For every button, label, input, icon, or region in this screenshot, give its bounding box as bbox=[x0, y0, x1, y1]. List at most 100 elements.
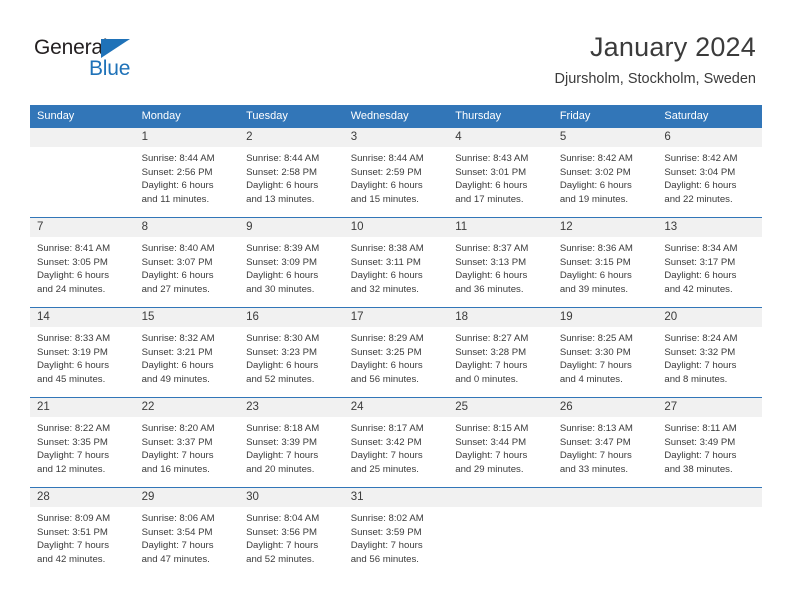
day-number bbox=[552, 488, 658, 507]
sunset-text: Sunset: 3:30 PM bbox=[559, 346, 631, 358]
day-cell[interactable]: 28 Sunrise: 8:09 AM Sunset: 3:51 PM Dayl… bbox=[30, 487, 135, 578]
sunset-text: Sunset: 3:54 PM bbox=[141, 526, 213, 538]
day-number: 10 bbox=[343, 218, 449, 237]
daylight-text-line2: and 42 minutes. bbox=[664, 283, 733, 295]
daylight-text-line2: and 36 minutes. bbox=[455, 283, 524, 295]
day-cell[interactable]: 9 Sunrise: 8:39 AM Sunset: 3:09 PM Dayli… bbox=[239, 217, 344, 308]
daylight-text-line2: and 4 minutes. bbox=[559, 373, 623, 385]
daylight-text-line2: and 52 minutes. bbox=[246, 553, 315, 565]
daylight-text-line2: and 0 minutes. bbox=[455, 373, 519, 385]
day-details: Sunrise: 8:18 AM Sunset: 3:39 PM Dayligh… bbox=[239, 417, 344, 476]
sunrise-text: Sunrise: 8:15 AM bbox=[455, 423, 529, 434]
day-cell[interactable] bbox=[30, 127, 135, 218]
day-details: Sunrise: 8:32 AM Sunset: 3:21 PM Dayligh… bbox=[135, 327, 240, 386]
day-details: Sunrise: 8:22 AM Sunset: 3:35 PM Dayligh… bbox=[30, 417, 135, 476]
day-cell[interactable]: 10 Sunrise: 8:38 AM Sunset: 3:11 PM Dayl… bbox=[343, 217, 449, 308]
sunset-text: Sunset: 3:47 PM bbox=[559, 436, 631, 448]
weekday-header-monday: Monday bbox=[134, 105, 240, 128]
sunrise-text: Sunrise: 8:43 AM bbox=[455, 153, 529, 164]
day-cell[interactable]: 26 Sunrise: 8:13 AM Sunset: 3:47 PM Dayl… bbox=[552, 397, 658, 488]
day-cell[interactable]: 24 Sunrise: 8:17 AM Sunset: 3:42 PM Dayl… bbox=[343, 397, 449, 488]
day-cell[interactable]: 6 Sunrise: 8:42 AM Sunset: 3:04 PM Dayli… bbox=[657, 127, 762, 218]
day-cell[interactable]: 30 Sunrise: 8:04 AM Sunset: 3:56 PM Dayl… bbox=[239, 487, 344, 578]
day-cell[interactable]: 25 Sunrise: 8:15 AM Sunset: 3:44 PM Dayl… bbox=[448, 397, 553, 488]
day-cell[interactable]: 31 Sunrise: 8:02 AM Sunset: 3:59 PM Dayl… bbox=[343, 487, 449, 578]
sunrise-text: Sunrise: 8:20 AM bbox=[141, 423, 215, 434]
day-cell[interactable]: 17 Sunrise: 8:29 AM Sunset: 3:25 PM Dayl… bbox=[343, 307, 449, 398]
day-details: Sunrise: 8:13 AM Sunset: 3:47 PM Dayligh… bbox=[553, 417, 658, 476]
weekday-header-sunday: Sunday bbox=[30, 105, 135, 128]
day-cell[interactable]: 23 Sunrise: 8:18 AM Sunset: 3:39 PM Dayl… bbox=[239, 397, 344, 488]
day-cell[interactable]: 4 Sunrise: 8:43 AM Sunset: 3:01 PM Dayli… bbox=[448, 127, 553, 218]
day-cell[interactable]: 15 Sunrise: 8:32 AM Sunset: 3:21 PM Dayl… bbox=[134, 307, 240, 398]
day-cell[interactable]: 13 Sunrise: 8:34 AM Sunset: 3:17 PM Dayl… bbox=[657, 217, 762, 308]
sunrise-text: Sunrise: 8:44 AM bbox=[141, 153, 215, 164]
day-cell[interactable]: 8 Sunrise: 8:40 AM Sunset: 3:07 PM Dayli… bbox=[134, 217, 240, 308]
calendar-week-row: 14 Sunrise: 8:33 AM Sunset: 3:19 PM Dayl… bbox=[30, 307, 762, 398]
sunrise-text: Sunrise: 8:04 AM bbox=[246, 513, 320, 524]
day-cell[interactable]: 27 Sunrise: 8:11 AM Sunset: 3:49 PM Dayl… bbox=[657, 397, 762, 488]
daylight-text-line1: Daylight: 6 hours bbox=[141, 270, 214, 282]
daylight-text-line2: and 8 minutes. bbox=[664, 373, 728, 385]
day-cell[interactable]: 21 Sunrise: 8:22 AM Sunset: 3:35 PM Dayl… bbox=[30, 397, 135, 488]
daylight-text-line1: Daylight: 6 hours bbox=[246, 180, 319, 192]
day-number: 14 bbox=[30, 308, 135, 327]
day-details: Sunrise: 8:25 AM Sunset: 3:30 PM Dayligh… bbox=[553, 327, 658, 386]
sunrise-text: Sunrise: 8:13 AM bbox=[559, 423, 633, 434]
day-details: Sunrise: 8:34 AM Sunset: 3:17 PM Dayligh… bbox=[657, 237, 762, 296]
daylight-text-line2: and 24 minutes. bbox=[37, 283, 106, 295]
daylight-text-line2: and 39 minutes. bbox=[559, 283, 629, 295]
daylight-text-line2: and 12 minutes. bbox=[37, 463, 106, 475]
day-cell[interactable]: 3 Sunrise: 8:44 AM Sunset: 2:59 PM Dayli… bbox=[343, 127, 449, 218]
day-details bbox=[30, 147, 135, 152]
day-details: Sunrise: 8:20 AM Sunset: 3:37 PM Dayligh… bbox=[135, 417, 240, 476]
day-cell[interactable]: 14 Sunrise: 8:33 AM Sunset: 3:19 PM Dayl… bbox=[30, 307, 135, 398]
daylight-text-line1: Daylight: 7 hours bbox=[246, 540, 319, 552]
sunset-text: Sunset: 3:15 PM bbox=[559, 256, 631, 268]
daylight-text-line2: and 56 minutes. bbox=[350, 373, 419, 385]
daylight-text-line2: and 13 minutes. bbox=[246, 193, 315, 205]
day-cell[interactable]: 1 Sunrise: 8:44 AM Sunset: 2:56 PM Dayli… bbox=[134, 127, 240, 218]
day-cell[interactable]: 18 Sunrise: 8:27 AM Sunset: 3:28 PM Dayl… bbox=[448, 307, 553, 398]
day-details: Sunrise: 8:30 AM Sunset: 3:23 PM Dayligh… bbox=[239, 327, 344, 386]
day-cell[interactable]: 5 Sunrise: 8:42 AM Sunset: 3:02 PM Dayli… bbox=[552, 127, 658, 218]
sunrise-text: Sunrise: 8:39 AM bbox=[246, 243, 320, 254]
daylight-text-line2: and 11 minutes. bbox=[141, 193, 210, 205]
day-number: 20 bbox=[657, 308, 762, 327]
day-number: 11 bbox=[448, 218, 553, 237]
sunset-text: Sunset: 3:42 PM bbox=[350, 436, 422, 448]
day-details: Sunrise: 8:37 AM Sunset: 3:13 PM Dayligh… bbox=[448, 237, 553, 296]
day-number: 29 bbox=[134, 488, 240, 507]
day-details: Sunrise: 8:24 AM Sunset: 3:32 PM Dayligh… bbox=[657, 327, 762, 386]
day-number: 7 bbox=[30, 218, 135, 237]
day-details: Sunrise: 8:04 AM Sunset: 3:56 PM Dayligh… bbox=[239, 507, 344, 566]
daylight-text-line1: Daylight: 7 hours bbox=[141, 540, 214, 552]
sunrise-text: Sunrise: 8:32 AM bbox=[141, 333, 215, 344]
day-cell[interactable]: 29 Sunrise: 8:06 AM Sunset: 3:54 PM Dayl… bbox=[134, 487, 240, 578]
calendar-body: 1 Sunrise: 8:44 AM Sunset: 2:56 PM Dayli… bbox=[30, 127, 762, 578]
day-cell[interactable]: 20 Sunrise: 8:24 AM Sunset: 3:32 PM Dayl… bbox=[657, 307, 762, 398]
sunset-text: Sunset: 2:58 PM bbox=[246, 166, 318, 178]
day-details: Sunrise: 8:43 AM Sunset: 3:01 PM Dayligh… bbox=[448, 147, 553, 206]
daylight-text-line1: Daylight: 6 hours bbox=[37, 270, 109, 282]
sunrise-text: Sunrise: 8:33 AM bbox=[37, 333, 111, 344]
day-details: Sunrise: 8:15 AM Sunset: 3:44 PM Dayligh… bbox=[448, 417, 553, 476]
day-details: Sunrise: 8:02 AM Sunset: 3:59 PM Dayligh… bbox=[344, 507, 449, 566]
day-cell[interactable]: 22 Sunrise: 8:20 AM Sunset: 3:37 PM Dayl… bbox=[134, 397, 240, 488]
day-number bbox=[448, 488, 553, 507]
daylight-text-line1: Daylight: 6 hours bbox=[350, 180, 423, 192]
day-cell[interactable]: 12 Sunrise: 8:36 AM Sunset: 3:15 PM Dayl… bbox=[552, 217, 658, 308]
day-cell[interactable]: 7 Sunrise: 8:41 AM Sunset: 3:05 PM Dayli… bbox=[30, 217, 135, 308]
day-cell[interactable]: 11 Sunrise: 8:37 AM Sunset: 3:13 PM Dayl… bbox=[448, 217, 553, 308]
daylight-text-line1: Daylight: 6 hours bbox=[559, 270, 632, 282]
sunrise-text: Sunrise: 8:27 AM bbox=[455, 333, 529, 344]
day-cell[interactable]: 19 Sunrise: 8:25 AM Sunset: 3:30 PM Dayl… bbox=[552, 307, 658, 398]
day-cell[interactable]: 16 Sunrise: 8:30 AM Sunset: 3:23 PM Dayl… bbox=[239, 307, 344, 398]
day-number: 3 bbox=[343, 128, 449, 147]
day-details: Sunrise: 8:38 AM Sunset: 3:11 PM Dayligh… bbox=[344, 237, 449, 296]
calendar-table: Sunday Monday Tuesday Wednesday Thursday… bbox=[30, 105, 762, 578]
sunset-text: Sunset: 3:37 PM bbox=[141, 436, 213, 448]
day-number: 1 bbox=[134, 128, 240, 147]
day-cell[interactable]: 2 Sunrise: 8:44 AM Sunset: 2:58 PM Dayli… bbox=[239, 127, 344, 218]
daylight-text-line1: Daylight: 7 hours bbox=[559, 360, 632, 372]
